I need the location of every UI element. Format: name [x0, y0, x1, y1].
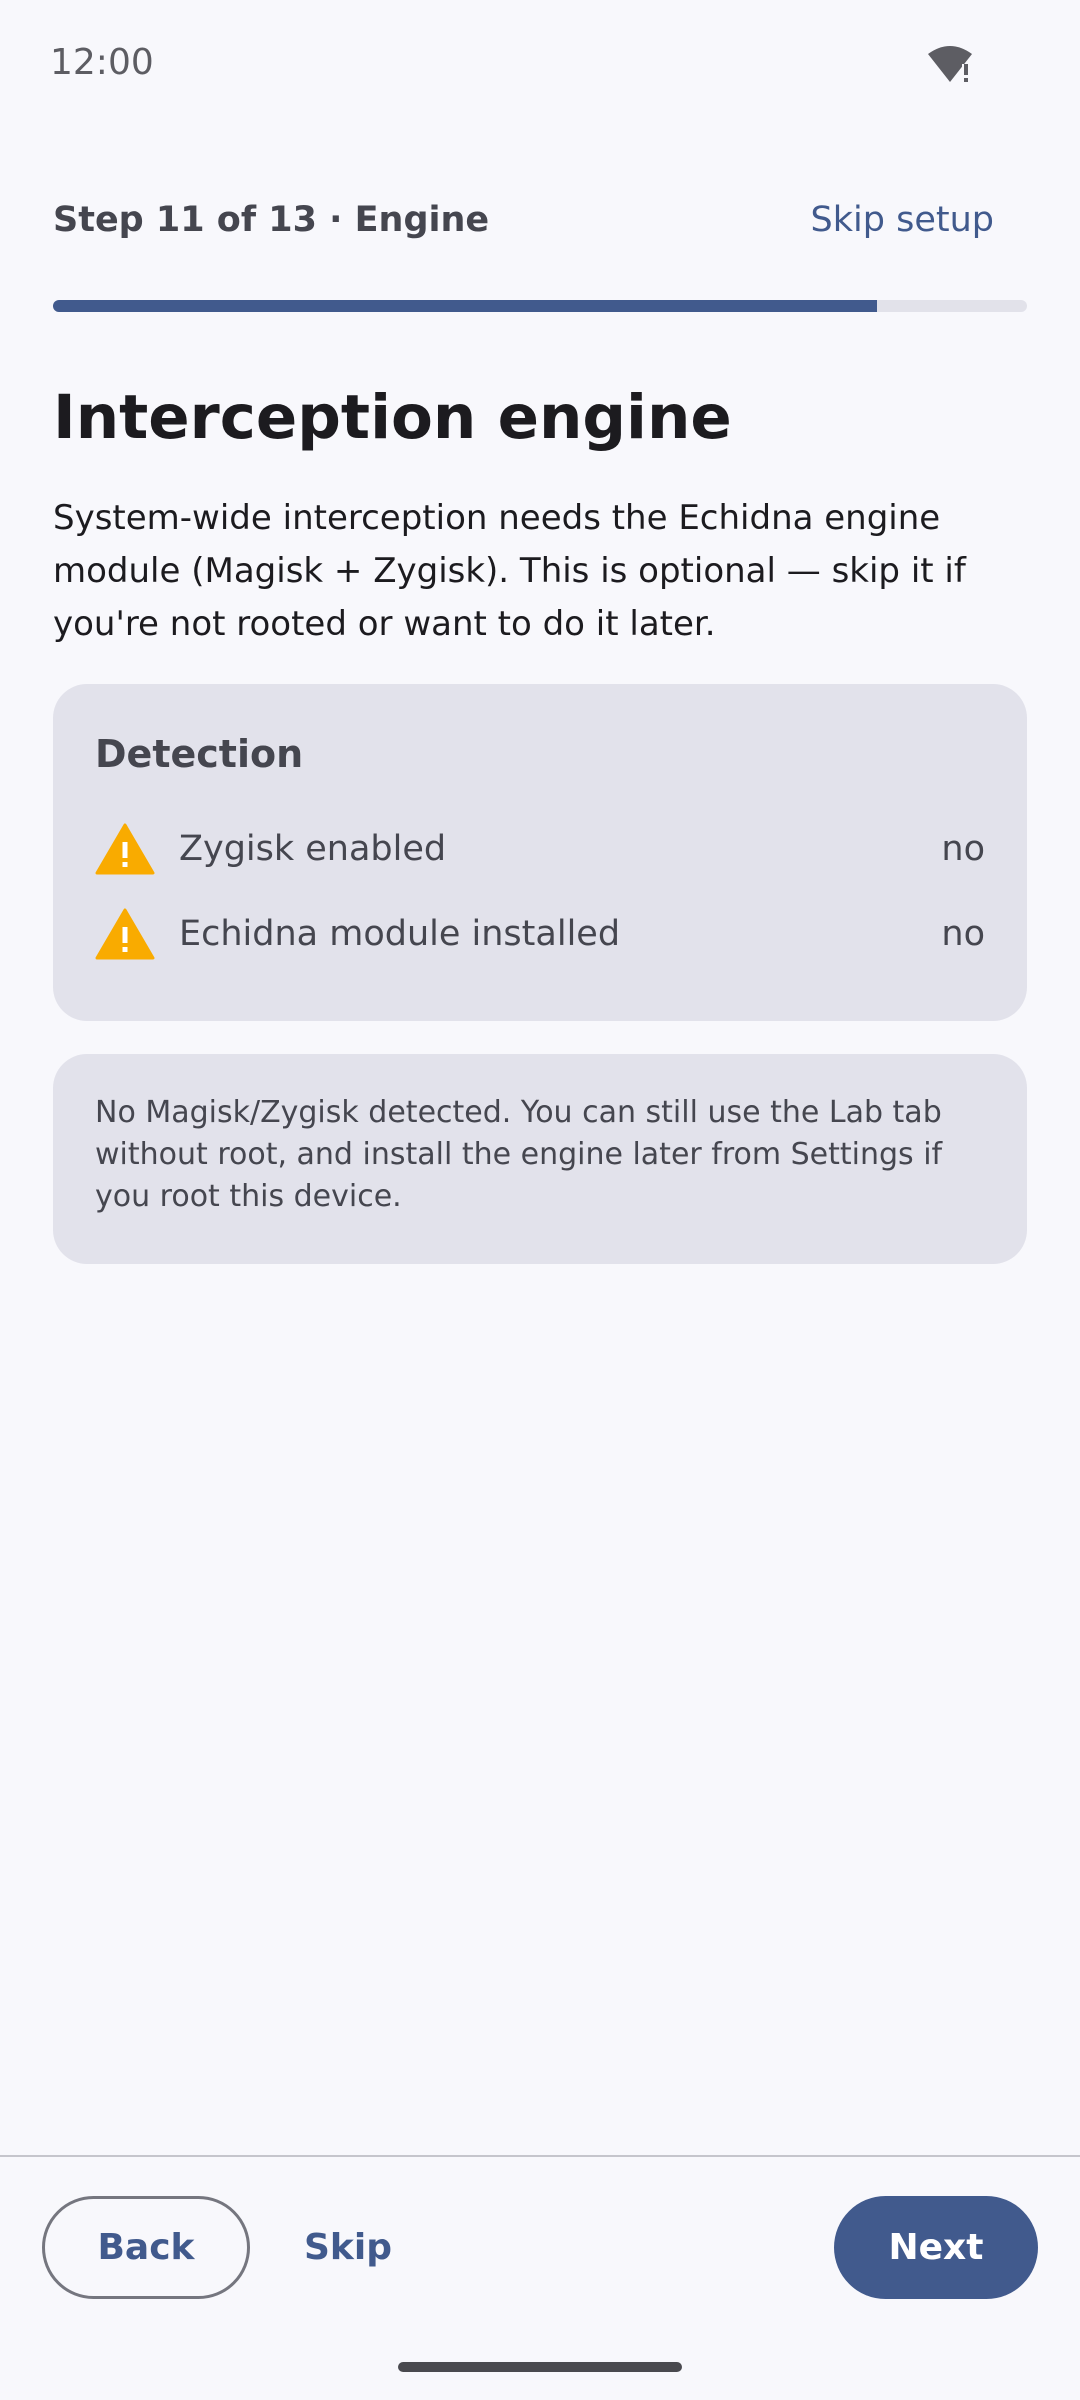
home-indicator[interactable] — [398, 2362, 682, 2372]
warning-icon — [95, 908, 155, 959]
status-time: 12:00 — [50, 42, 154, 83]
detection-value: no — [941, 828, 985, 869]
progress-fill — [53, 300, 877, 312]
detection-label: Zygisk enabled — [179, 828, 447, 869]
info-note-text: No Magisk/Zygisk detected. You can still… — [95, 1095, 943, 1214]
wifi-alert-icon — [928, 46, 972, 82]
progress-bar — [53, 300, 1027, 312]
detection-title: Detection — [95, 732, 304, 776]
detection-label: Echidna module installed — [179, 913, 621, 954]
skip-setup-button[interactable]: Skip setup — [811, 200, 994, 240]
step-label: Step 11 of 13 · Engine — [53, 200, 490, 240]
detection-row-zygisk: Zygisk enabled no — [95, 806, 985, 891]
next-button[interactable]: Next — [834, 2196, 1038, 2299]
page-description: System-wide interception needs the Echid… — [53, 498, 966, 644]
detection-row-echidna: Echidna module installed no — [95, 891, 985, 976]
detection-value: no — [941, 913, 985, 954]
page-title: Interception engine — [53, 382, 732, 453]
warning-icon — [95, 823, 155, 874]
back-button[interactable]: Back — [42, 2196, 250, 2299]
skip-button[interactable]: Skip — [300, 2196, 396, 2299]
status-bar: 12:00 — [0, 0, 1080, 130]
bottom-divider — [0, 2155, 1080, 2157]
info-note-card: No Magisk/Zygisk detected. You can still… — [53, 1054, 1027, 1264]
detection-card: Detection Zygisk enabled no Echidna modu… — [53, 684, 1027, 1021]
